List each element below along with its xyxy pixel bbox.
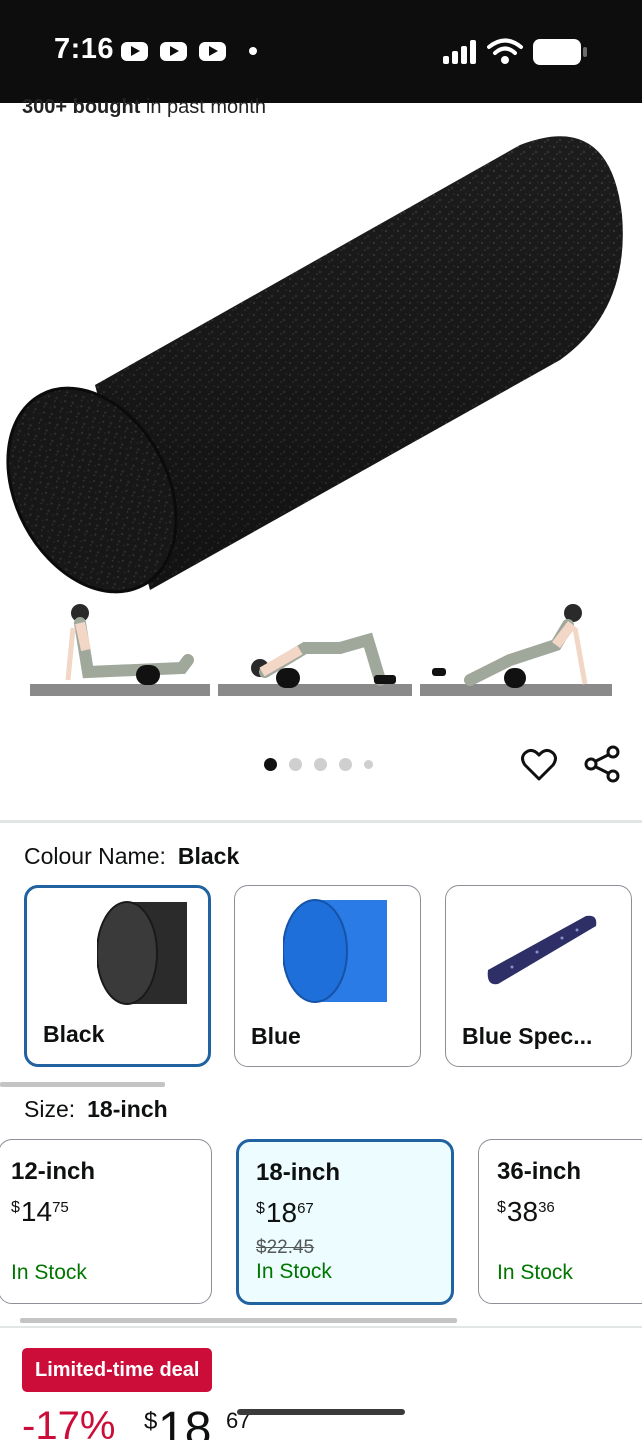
size-option-12-inch[interactable]: 12-inch $1475 In Stock <box>0 1139 212 1304</box>
signal-icon <box>443 40 477 64</box>
status-bar: 7:16 <box>0 0 642 103</box>
discount-percent: -17% <box>22 1404 116 1440</box>
carousel-dot[interactable] <box>289 758 302 771</box>
youtube-icon <box>121 42 148 61</box>
carousel-dot[interactable] <box>339 758 352 771</box>
colour-option-blue-speckled[interactable]: Blue Spec... <box>445 885 632 1067</box>
battery-icon <box>533 39 587 65</box>
price-currency: $ <box>144 1408 158 1435</box>
colour-selected-value: Black <box>177 843 240 869</box>
colour-scroll-indicator <box>0 1082 165 1087</box>
blue-roller-thumbnail <box>283 899 387 1003</box>
blue-speckled-roller-thumbnail <box>487 915 597 985</box>
carousel-dot[interactable] <box>314 758 327 771</box>
status-time: 7:16 <box>54 33 115 65</box>
size-option-name: 12-inch <box>11 1158 96 1185</box>
size-option-stock: In Stock <box>11 1261 87 1284</box>
colour-option-black[interactable]: Black <box>24 885 211 1067</box>
deal-price: -17% $ 18 67 <box>22 1402 322 1440</box>
size-label: Size: 18-inch <box>24 1096 168 1122</box>
carousel-dot[interactable] <box>364 760 373 769</box>
size-option-price: $1867 <box>256 1197 314 1228</box>
colour-option-blue[interactable]: Blue <box>234 885 421 1067</box>
heart-icon[interactable] <box>520 746 558 784</box>
colour-option-label: Blue <box>251 1023 301 1049</box>
youtube-icon <box>160 42 187 61</box>
size-scroll-indicator <box>20 1318 457 1323</box>
share-icon[interactable] <box>582 744 622 784</box>
carousel-dot[interactable] <box>264 758 277 771</box>
size-option-name: 18-inch <box>256 1159 341 1186</box>
youtube-icon <box>199 42 226 61</box>
size-selected-value: 18-inch <box>87 1096 168 1122</box>
product-image[interactable] <box>0 120 642 720</box>
limited-time-deal-badge: Limited-time deal <box>22 1348 213 1392</box>
section-divider <box>0 1326 642 1328</box>
price-whole: 18 <box>158 1403 212 1440</box>
notification-dot-icon <box>249 47 257 55</box>
size-option-price: $1475 <box>11 1196 69 1227</box>
section-divider <box>0 820 642 823</box>
size-option-old-price: $22.45 <box>256 1237 315 1258</box>
size-option-stock: In Stock <box>497 1261 573 1284</box>
size-option-stock: In Stock <box>256 1260 332 1283</box>
home-indicator[interactable] <box>237 1409 405 1415</box>
size-option-name: 36-inch <box>497 1158 582 1185</box>
colour-option-label: Black <box>43 1021 105 1047</box>
size-option-price: $3836 <box>497 1196 555 1227</box>
bought-in-past-month: 300+ bought in past month <box>22 96 266 118</box>
black-roller-thumbnail <box>97 901 187 1005</box>
colour-option-label: Blue Spec... <box>462 1023 593 1049</box>
colour-label: Colour Name: Black <box>24 843 240 869</box>
size-option-36-inch[interactable]: 36-inch $3836 In Stock <box>478 1139 642 1304</box>
size-option-18-inch[interactable]: 18-inch $1867 $22.45 In Stock <box>236 1139 454 1305</box>
wifi-icon <box>487 38 523 64</box>
image-carousel-dots[interactable] <box>264 758 373 771</box>
